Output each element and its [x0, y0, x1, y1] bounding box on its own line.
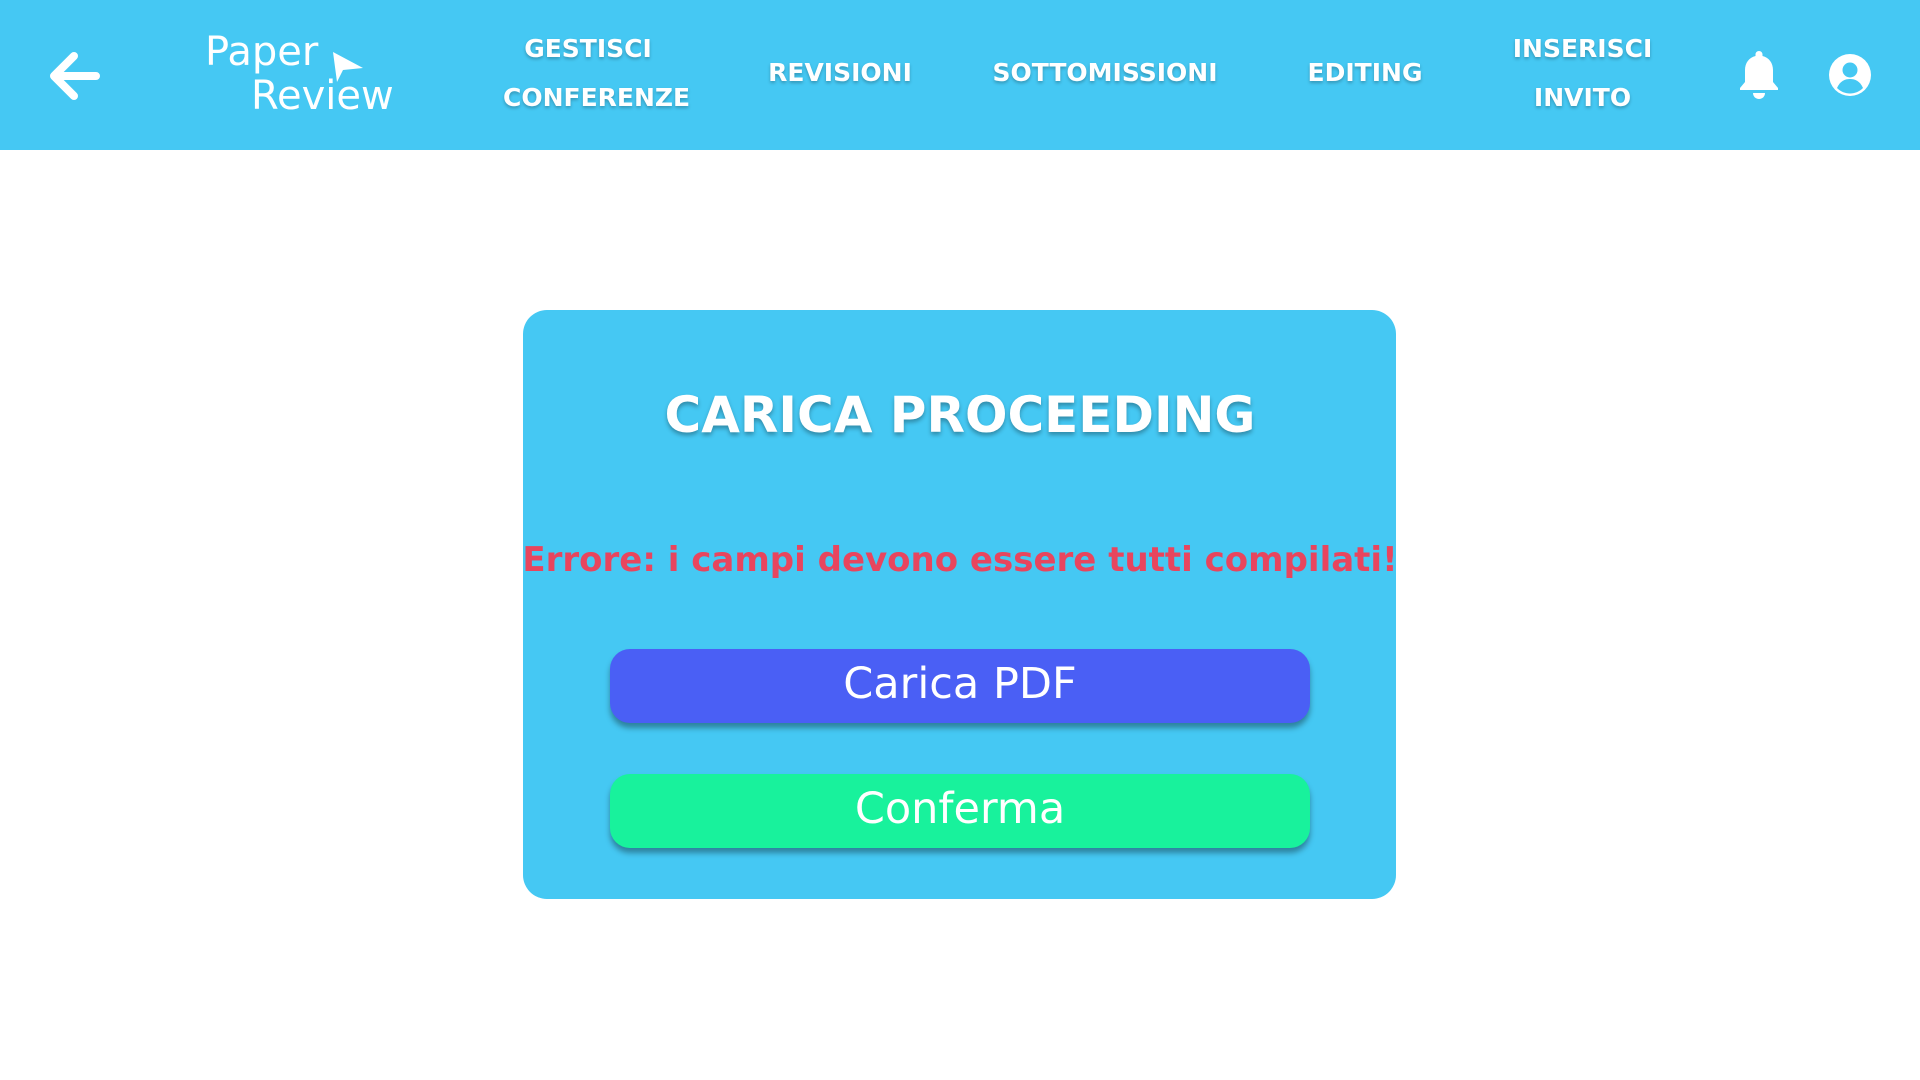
bell-icon [1740, 51, 1778, 99]
back-button[interactable] [44, 46, 104, 106]
nav-label-line2: CONFERENZE [503, 83, 691, 112]
paper-review-logo[interactable]: Paper Review [205, 28, 405, 123]
nav-label-line1: GESTISCI [524, 34, 652, 63]
user-circle-icon [1829, 54, 1871, 96]
upload-pdf-button[interactable]: Carica PDF [610, 649, 1310, 723]
nav-gestisci-conferenze[interactable]: GESTISCI CONFERENZE [503, 24, 691, 122]
nav-label: EDITING [1307, 58, 1423, 87]
nav-revisioni[interactable]: REVISIONI [760, 48, 920, 97]
arrow-left-icon [50, 52, 100, 100]
error-message: Errore: i campi devono essere tutti comp… [522, 540, 1398, 580]
nav-inserisci-invito[interactable]: INSERISCI INVITO [1500, 24, 1665, 122]
logo-text-paper: Paper [205, 29, 319, 75]
nav-label-line1: INSERISCI [1512, 34, 1653, 63]
profile-button[interactable] [1828, 53, 1872, 97]
nav-label: SOTTOMISSIONI [992, 58, 1218, 87]
confirm-button[interactable]: Conferma [610, 774, 1310, 848]
nav-sottomissioni[interactable]: SOTTOMISSIONI [990, 48, 1220, 97]
paper-plane-icon [333, 52, 363, 82]
nav-label: REVISIONI [768, 58, 912, 87]
logo-text-review: Review [251, 73, 394, 119]
notifications-button[interactable] [1736, 49, 1782, 101]
nav-label-line2: INVITO [1533, 83, 1632, 112]
nav-editing[interactable]: EDITING [1290, 48, 1440, 97]
card-title: CARICA PROCEEDING [664, 386, 1256, 444]
top-navbar: Paper Review GESTISCI CONFERENZE REVISIO… [0, 0, 1920, 150]
